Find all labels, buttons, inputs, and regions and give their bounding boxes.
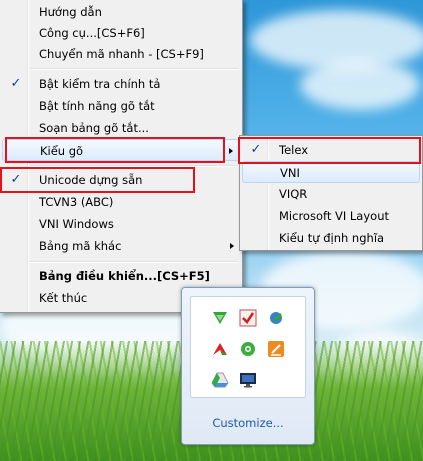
customize-link[interactable]: Customize... xyxy=(182,416,314,430)
menu-separator xyxy=(30,68,238,70)
monitor-icon[interactable] xyxy=(239,371,257,389)
menu-item-bat-tinh-nang-go-tat[interactable]: Bật tính năng gõ tắt xyxy=(2,95,240,117)
notification-tray-flyout: Customize... xyxy=(181,287,315,445)
checkmark-app-icon[interactable] xyxy=(239,309,257,327)
check-icon: ✓ xyxy=(10,172,22,187)
menu-item-kieu-go[interactable]: Kiểu gõ xyxy=(2,139,240,161)
submenu-item-kieu-tu-dinh-nghia[interactable]: Kiểu tự định nghĩa xyxy=(242,227,420,249)
submenu-item-viqr[interactable]: VIQR xyxy=(242,183,420,205)
menu-separator xyxy=(30,261,238,263)
menu-item-huong-dan[interactable]: Hướng dẫn xyxy=(2,1,240,23)
submenu-arrow-icon xyxy=(230,243,234,249)
menu-item-unicode-dung-san[interactable]: ✓ Unicode dựng sẵn xyxy=(2,169,240,191)
wifi-signal-icon[interactable] xyxy=(211,309,229,327)
menu-item-cong-cu[interactable]: Công cụ...[CS+F6] xyxy=(2,22,240,44)
menu-item-vni-windows[interactable]: VNI Windows xyxy=(2,213,240,235)
menu-item-chuyen-ma-nhanh[interactable]: Chuyển mã nhanh - [CS+F9] xyxy=(2,43,240,65)
check-icon: ✓ xyxy=(250,142,262,157)
menu-separator xyxy=(30,165,238,167)
menu-item-soan-bang-go-tat[interactable]: Soạn bảng gõ tắt... xyxy=(2,117,240,139)
menu-item-tcvn3[interactable]: TCVN3 (ABC) xyxy=(2,191,240,213)
tray-icons-panel xyxy=(190,296,306,398)
unikey-context-menu: Hướng dẫn Công cụ...[CS+F6] Chuyển mã nh… xyxy=(0,0,243,313)
menu-item-bat-kiem-tra-chinh-ta[interactable]: ✓ Bật kiểm tra chính tả xyxy=(2,73,240,95)
check-icon: ✓ xyxy=(10,76,22,91)
red-arrow-icon[interactable] xyxy=(211,340,229,358)
green-disc-icon[interactable] xyxy=(239,340,257,358)
menu-item-bang-ma-khac[interactable]: Bảng mã khác xyxy=(2,235,240,257)
submenu-item-microsoft-vi-layout[interactable]: Microsoft VI Layout xyxy=(242,205,420,227)
submenu-item-vni[interactable]: VNI xyxy=(242,161,420,183)
submenu-item-telex[interactable]: ✓ Telex xyxy=(242,139,420,161)
submenu-arrow-icon xyxy=(229,148,233,154)
menu-item-bang-dieu-khien[interactable]: Bảng điều khiển...[CS+F5] xyxy=(2,265,240,287)
orange-edit-icon[interactable] xyxy=(267,340,285,358)
globe-arrow-icon[interactable] xyxy=(267,309,285,327)
drive-icon[interactable] xyxy=(211,371,229,389)
kieu-go-submenu: ✓ Telex VNI VIQR Microsoft VI Layout Kiể… xyxy=(239,135,423,251)
